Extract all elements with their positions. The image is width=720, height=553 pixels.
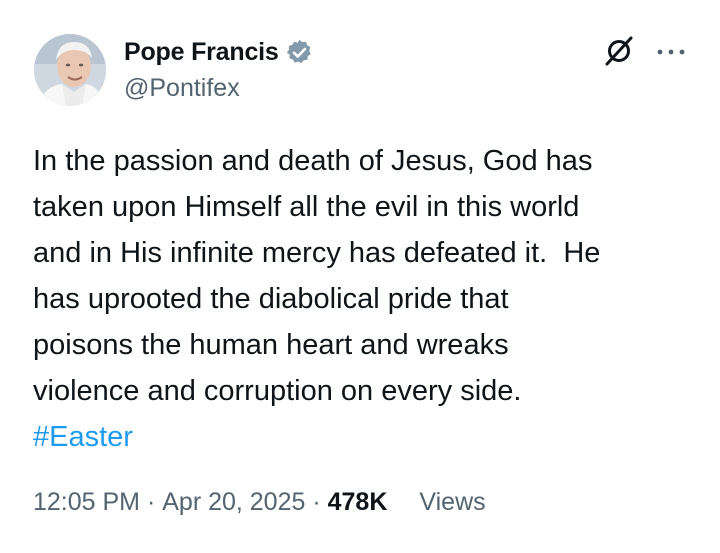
post-date[interactable]: Apr 20, 2025 bbox=[162, 488, 305, 517]
author-name-row: Pope Francis bbox=[124, 34, 314, 70]
author-display-name[interactable]: Pope Francis bbox=[124, 38, 279, 67]
grok-icon[interactable] bbox=[602, 34, 636, 68]
post-meta: 12:05 PM · Apr 20, 2025 · 478K Views bbox=[33, 488, 486, 517]
tweet-card: Pope Francis @Pontifex In the passion an… bbox=[0, 0, 720, 553]
post-time[interactable]: 12:05 PM bbox=[33, 488, 140, 517]
views-count: 478K bbox=[327, 488, 388, 516]
verified-badge-icon[interactable] bbox=[285, 38, 314, 67]
post-text: In the passion and death of Jesus, God h… bbox=[33, 138, 693, 460]
meta-separator: · bbox=[305, 488, 328, 516]
post-body: In the passion and death of Jesus, God h… bbox=[33, 145, 601, 407]
hashtag-link[interactable]: #Easter bbox=[33, 421, 133, 453]
avatar[interactable] bbox=[34, 34, 106, 106]
avatar-image bbox=[34, 34, 106, 106]
views-label: Views bbox=[419, 488, 486, 516]
author-handle[interactable]: @Pontifex bbox=[124, 74, 240, 103]
meta-separator: · bbox=[140, 488, 163, 516]
more-options-icon[interactable] bbox=[654, 38, 688, 66]
